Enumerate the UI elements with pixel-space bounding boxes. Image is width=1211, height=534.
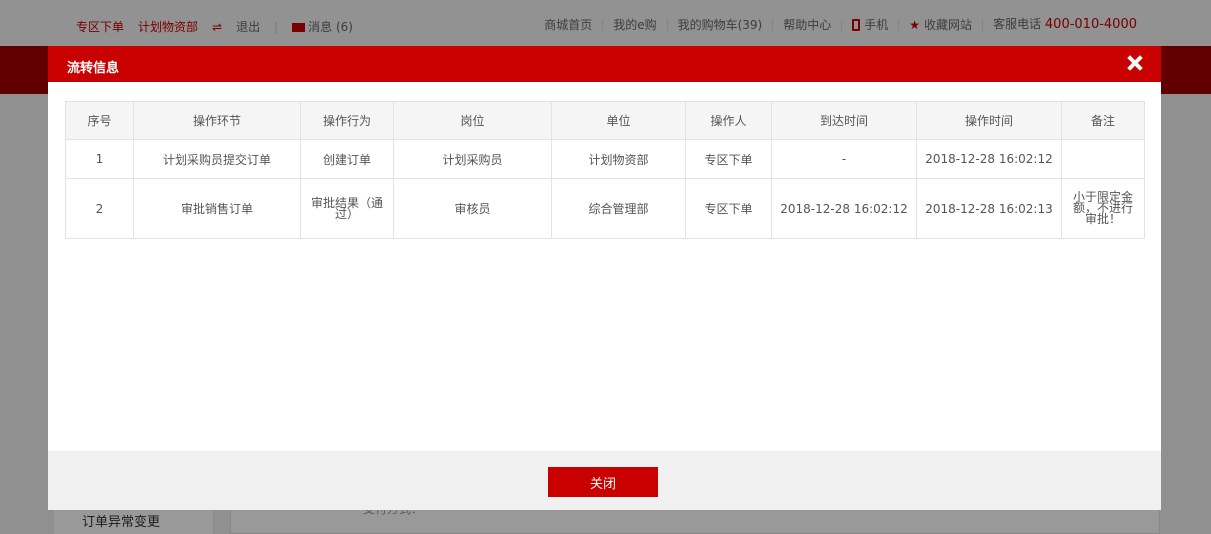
table-cell: 审批销售订单 bbox=[133, 178, 301, 239]
close-icon[interactable] bbox=[1123, 51, 1147, 75]
table-cell: 2018-12-28 16:02:13 bbox=[916, 178, 1062, 239]
flow-table: 序号 操作环节 操作行为 岗位 单位 操作人 到达时间 操作时间 备注 1 计划… bbox=[65, 101, 1145, 239]
table-row: 1 计划采购员提交订单 创建订单 计划采购员 计划物资部 专区下单 - 2018… bbox=[65, 139, 1145, 179]
table-cell: 计划物资部 bbox=[551, 139, 686, 179]
column-header: 操作时间 bbox=[916, 101, 1062, 140]
table-cell: 审核员 bbox=[393, 178, 552, 239]
table-cell: 2 bbox=[65, 178, 134, 239]
table-cell: 专区下单 bbox=[685, 178, 772, 239]
column-header: 岗位 bbox=[393, 101, 552, 140]
column-header: 操作行为 bbox=[300, 101, 394, 140]
table-cell: 计划采购员 bbox=[393, 139, 552, 179]
table-row: 2 审批销售订单 审批结果（通过） 审核员 综合管理部 专区下单 2018-12… bbox=[65, 178, 1145, 239]
table-cell: 审批结果（通过） bbox=[300, 178, 394, 239]
column-header: 操作人 bbox=[685, 101, 772, 140]
table-cell: 1 bbox=[65, 139, 134, 179]
dialog-header: 流转信息 bbox=[48, 46, 1161, 82]
flow-table-container: 序号 操作环节 操作行为 岗位 单位 操作人 到达时间 操作时间 备注 1 计划… bbox=[65, 101, 1145, 239]
column-header: 单位 bbox=[551, 101, 686, 140]
column-header: 备注 bbox=[1061, 101, 1145, 140]
close-button[interactable]: 关闭 bbox=[548, 467, 658, 497]
table-header-row: 序号 操作环节 操作行为 岗位 单位 操作人 到达时间 操作时间 备注 bbox=[65, 101, 1145, 140]
flow-info-dialog: 流转信息 序号 操作环节 操作行为 岗位 单位 操作人 到达时间 操作时间 备注 bbox=[48, 46, 1161, 510]
column-header: 到达时间 bbox=[771, 101, 917, 140]
dialog-footer: 关闭 bbox=[48, 451, 1161, 510]
column-header: 序号 bbox=[65, 101, 134, 140]
dialog-title: 流转信息 bbox=[67, 61, 120, 76]
table-cell: 计划采购员提交订单 bbox=[133, 139, 301, 179]
table-cell: 专区下单 bbox=[685, 139, 772, 179]
table-cell: 创建订单 bbox=[300, 139, 394, 179]
table-cell: 2018-12-28 16:02:12 bbox=[916, 139, 1062, 179]
table-cell: 小于限定金额，不进行审批！ bbox=[1061, 178, 1145, 239]
table-cell: 2018-12-28 16:02:12 bbox=[771, 178, 917, 239]
table-cell: - bbox=[771, 139, 917, 179]
table-cell: 综合管理部 bbox=[551, 178, 686, 239]
column-header: 操作环节 bbox=[133, 101, 301, 140]
table-cell bbox=[1061, 139, 1145, 179]
